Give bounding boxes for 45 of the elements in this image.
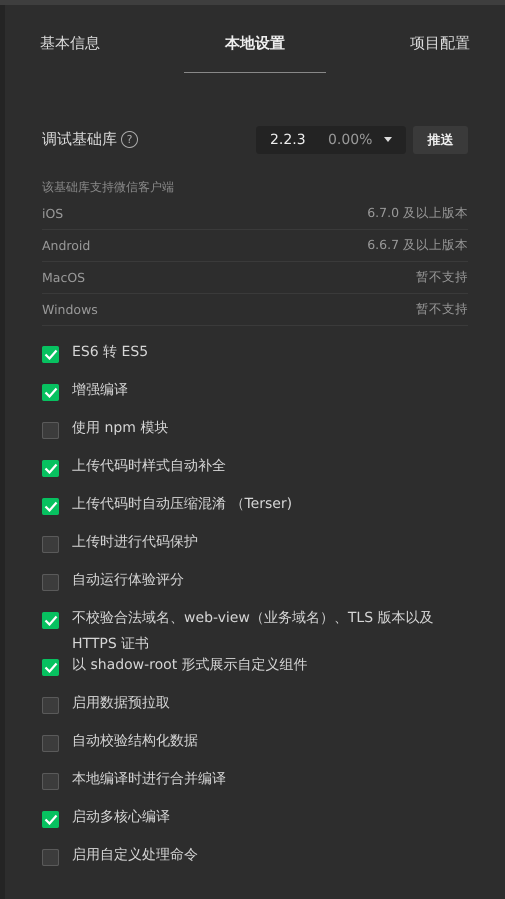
version-requirement: 6.6.7 及以上版本 — [367, 237, 468, 254]
checkbox[interactable] — [42, 811, 59, 828]
platform-name: Android — [42, 238, 90, 253]
option-label: 启动多核心编译 — [72, 808, 170, 827]
version-requirement: 暂不支持 — [416, 301, 468, 318]
checkbox[interactable] — [42, 697, 59, 714]
option-label: 启用自定义处理命令 — [72, 846, 198, 865]
help-icon[interactable]: ? — [121, 131, 138, 148]
platform-name: iOS — [42, 206, 64, 221]
support-caption: 该基础库支持微信客户端 — [42, 179, 175, 196]
checkbox[interactable] — [42, 849, 59, 866]
checkbox[interactable] — [42, 346, 59, 363]
option-label: 上传代码时自动压缩混淆 （Terser) — [72, 495, 292, 514]
version-select[interactable]: 2.2.3 0.00% — [256, 126, 406, 154]
platform-name: Windows — [42, 302, 98, 317]
option-label: 上传时进行代码保护 — [72, 533, 198, 552]
option-label: 启用数据预拉取 — [72, 694, 170, 713]
version-requirement: 暂不支持 — [416, 269, 468, 286]
checkbox[interactable] — [42, 659, 59, 676]
tab[interactable]: 本地设置 — [184, 5, 326, 73]
option-label: 以 shadow-root 形式展示自定义组件 — [72, 656, 308, 675]
option-label: 不校验合法域名、web-view（业务域名）、TLS 版本以及 HTTPS 证书 — [72, 609, 435, 654]
library-label: 调试基础库 — [42, 130, 117, 149]
option-label: 增强编译 — [72, 381, 128, 400]
option-label: 自动运行体验评分 — [72, 571, 184, 590]
version-requirement: 6.7.0 及以上版本 — [367, 205, 468, 222]
checkbox[interactable] — [42, 460, 59, 477]
checkbox[interactable] — [42, 384, 59, 401]
caret-icon — [384, 137, 392, 142]
option-label: 本地编译时进行合并编译 — [72, 770, 226, 789]
tab[interactable]: 项目配置 — [375, 5, 505, 73]
option-label: 使用 npm 模块 — [72, 419, 168, 438]
checkbox[interactable] — [42, 574, 59, 591]
checkbox[interactable] — [42, 536, 59, 553]
option-label: 自动校验结构化数据 — [72, 732, 198, 751]
option-label: ES6 转 ES5 — [72, 343, 148, 362]
checkbox[interactable] — [42, 612, 59, 629]
tab[interactable]: 基本信息 — [5, 5, 135, 73]
checkbox[interactable] — [42, 498, 59, 515]
push-button[interactable]: 推送 — [413, 126, 468, 154]
checkbox[interactable] — [42, 422, 59, 439]
platform-name: MacOS — [42, 270, 86, 285]
checkbox[interactable] — [42, 735, 59, 752]
option-label: 上传代码时样式自动补全 — [72, 457, 226, 476]
checkbox[interactable] — [42, 773, 59, 790]
